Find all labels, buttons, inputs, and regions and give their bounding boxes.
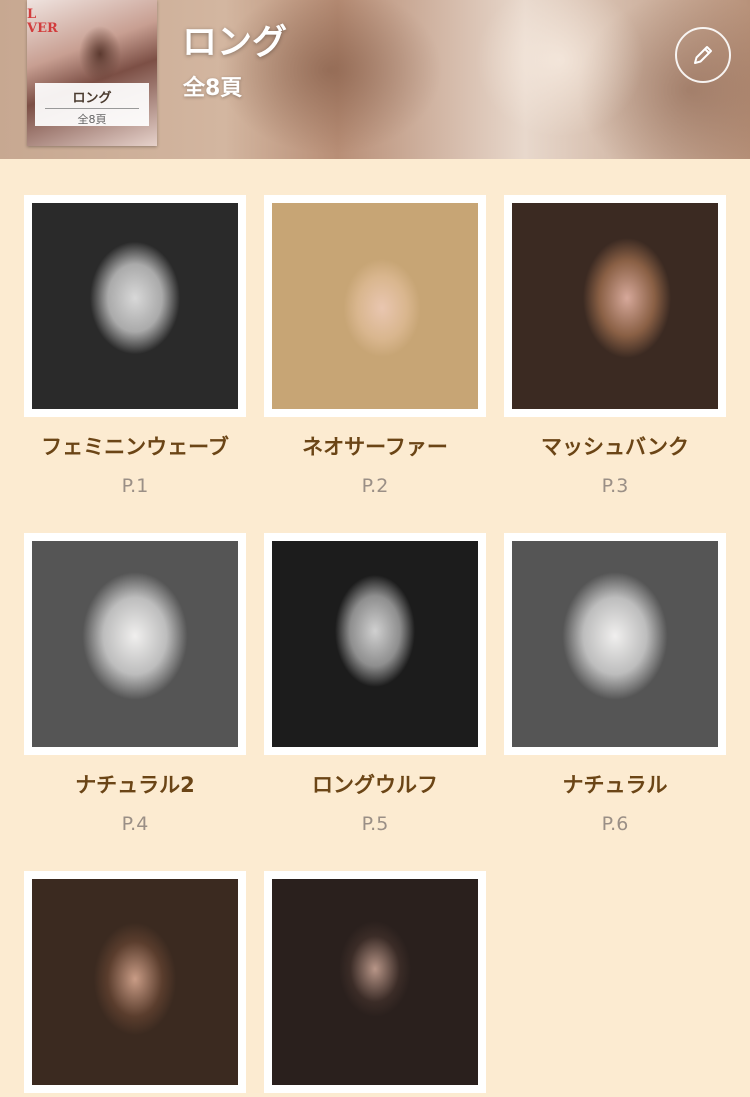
style-photo — [512, 203, 718, 409]
photo-frame — [24, 871, 246, 1093]
style-page: P.5 — [361, 813, 389, 835]
photo-frame — [504, 195, 726, 417]
photo-frame — [24, 533, 246, 755]
style-card[interactable] — [24, 871, 246, 1093]
style-page: P.4 — [121, 813, 149, 835]
style-photo — [512, 541, 718, 747]
style-photo — [272, 879, 478, 1085]
style-title: フェミニンウェーブ — [41, 435, 229, 459]
photo-frame — [24, 195, 246, 417]
style-photo — [32, 203, 238, 409]
photo-frame — [264, 871, 486, 1093]
style-photo — [272, 541, 478, 747]
style-page: P.3 — [601, 475, 629, 497]
style-card[interactable]: ナチュラル P.6 — [504, 533, 726, 835]
style-title: ナチュラル — [562, 773, 668, 797]
style-photo — [32, 541, 238, 747]
style-photo — [32, 879, 238, 1085]
photo-frame — [264, 195, 486, 417]
style-card[interactable] — [264, 871, 486, 1093]
style-title: ロングウルフ — [312, 773, 438, 797]
style-page: P.2 — [361, 475, 389, 497]
style-photo — [272, 203, 478, 409]
photo-frame — [504, 533, 726, 755]
style-card[interactable]: ロングウルフ P.5 — [264, 533, 486, 835]
style-page: P.1 — [121, 475, 149, 497]
style-page: P.6 — [601, 813, 629, 835]
style-grid: フェミニンウェーブ P.1 ネオサーファー P.2 マッシュバンク P.3 ナチ… — [0, 0, 750, 1097]
style-title: ネオサーファー — [302, 435, 448, 459]
style-card[interactable]: ナチュラル2 P.4 — [24, 533, 246, 835]
photo-frame — [264, 533, 486, 755]
style-card[interactable]: マッシュバンク P.3 — [504, 195, 726, 497]
style-card[interactable]: フェミニンウェーブ P.1 — [24, 195, 246, 497]
style-title: マッシュバンク — [540, 435, 690, 459]
style-card[interactable]: ネオサーファー P.2 — [264, 195, 486, 497]
style-title: ナチュラル2 — [75, 773, 195, 797]
